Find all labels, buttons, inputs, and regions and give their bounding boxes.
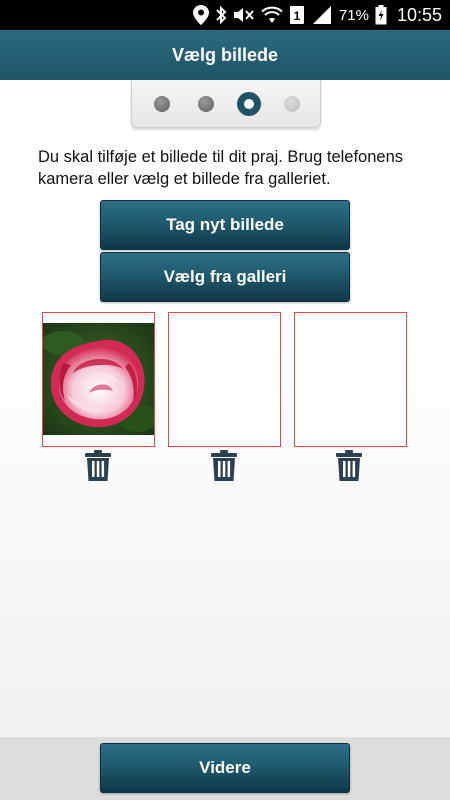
bottom-bar: Videre (0, 737, 450, 800)
trash-icon[interactable] (210, 450, 238, 482)
svg-text:1: 1 (294, 9, 301, 23)
photo-slot-3[interactable] (294, 312, 407, 447)
wifi-icon (261, 6, 283, 24)
main-content: Du skal tilføje et billede til dit praj.… (0, 80, 450, 737)
step-dot-1 (154, 96, 170, 112)
battery-icon (375, 5, 387, 25)
step-indicator (131, 80, 321, 128)
status-icons: 1 71% 10:55 (192, 0, 442, 30)
step-dot-3-active (237, 92, 261, 116)
page-title: Vælg billede (171, 44, 279, 65)
clock: 10:55 (396, 4, 442, 25)
bluetooth-icon (215, 5, 227, 25)
trash-icon[interactable] (84, 450, 112, 482)
instructions-text: Du skal tilføje et billede til dit praj.… (38, 148, 404, 188)
photo-slot-2[interactable] (168, 312, 281, 447)
next-button[interactable]: Videre (100, 743, 350, 793)
take-photo-button[interactable]: Tag nyt billede (100, 200, 350, 250)
battery-percent: 71% (338, 6, 369, 24)
rose-photo (43, 323, 154, 435)
location-icon (192, 5, 209, 25)
step-dot-2 (198, 96, 214, 112)
status-bar: 1 71% 10:55 (0, 0, 450, 30)
trash-icon[interactable] (335, 450, 363, 482)
signal-icon (311, 6, 333, 24)
step-dot-4 (284, 96, 300, 112)
mute-icon (233, 6, 255, 24)
choose-from-gallery-button[interactable]: Vælg fra galleri (100, 252, 350, 302)
sim-1-icon: 1 (289, 5, 305, 25)
photo-slot-1[interactable] (42, 312, 155, 447)
action-bar: Vælg billede (0, 30, 450, 80)
